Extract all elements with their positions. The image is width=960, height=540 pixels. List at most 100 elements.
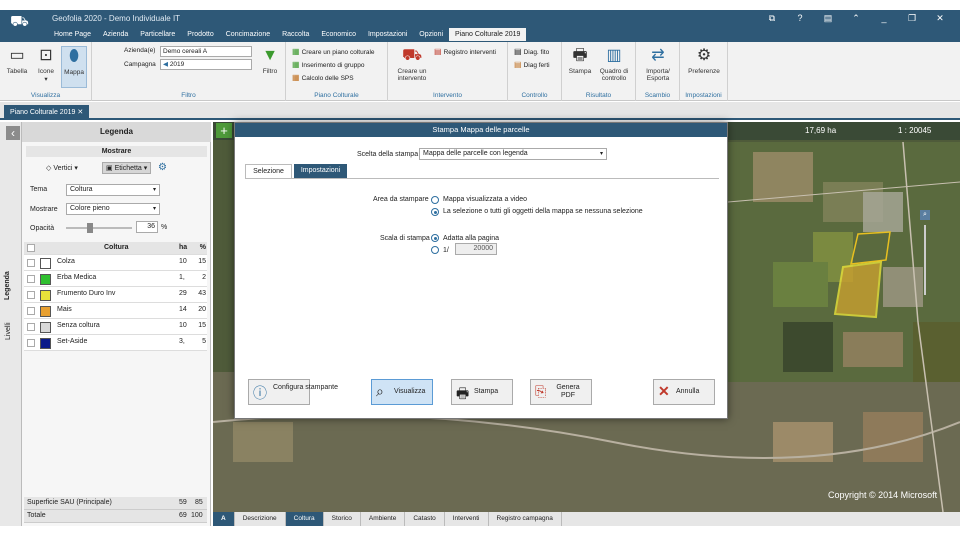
importa-esporta-button[interactable]: ⇄ Importa/ Esporta (640, 46, 676, 82)
tabella-button[interactable]: ▭ Tabella (4, 46, 30, 75)
add-parcel-icon[interactable]: + (216, 123, 232, 138)
minimize-icon[interactable]: _ (870, 13, 898, 24)
color-swatch[interactable] (40, 306, 51, 317)
crop-name: Erba Medica (57, 274, 97, 281)
col-pct[interactable]: % (196, 244, 206, 251)
color-swatch[interactable] (40, 258, 51, 269)
group-label-intervento: Intervento (433, 92, 462, 99)
tab-impostazioni-dialog[interactable]: Impostazioni (294, 164, 347, 178)
close-tab-icon[interactable]: ✕ (77, 109, 83, 116)
azienda-field[interactable]: Demo cereali A (160, 46, 252, 57)
restore-icon[interactable]: ❐ (898, 13, 926, 24)
opacita-slider-thumb[interactable] (86, 223, 93, 233)
calcolo-sps-button[interactable]: ▦ Calcolo delle SPS (292, 73, 354, 82)
menu-economico[interactable]: Economico (315, 28, 362, 41)
doc-tab-piano-colturale[interactable]: Piano Colturale 2019 ✕ (4, 105, 90, 120)
configura-stampante-button[interactable]: ⓘ Configura stampante (248, 379, 338, 405)
vertici-toggle[interactable]: ◇ Vertici ▾ (46, 164, 78, 172)
crop-pct: 2 (202, 274, 206, 281)
menu-azienda[interactable]: Azienda (97, 28, 134, 41)
opacita-slider[interactable] (66, 227, 132, 229)
diag-ferti-button[interactable]: ▤ Diag ferti (514, 60, 550, 69)
etichetta-toggle[interactable]: ▣ Etichetta ▾ (102, 162, 152, 174)
fullscreen-icon[interactable]: ⧉ (758, 13, 786, 24)
preferenze-button[interactable]: ⚙ Preferenze (684, 46, 724, 75)
color-swatch[interactable] (40, 290, 51, 301)
legend-footer: Superficie SAU (Principale) 59 85 Totale 69… (24, 497, 207, 523)
row-checkbox[interactable] (27, 307, 35, 315)
menu-prodotto[interactable]: Prodotto (181, 28, 219, 41)
menu-opzioni[interactable]: Opzioni (413, 28, 449, 41)
map-pin-icon: ⬮ (68, 48, 80, 65)
col-coltura[interactable]: Coltura (104, 244, 129, 251)
registro-interventi-button[interactable]: ▤ Registro interventi (434, 47, 496, 56)
table-row[interactable]: Frumento Duro Inv 29 43 (24, 287, 207, 303)
tab-coltura[interactable]: Coltura (285, 512, 324, 526)
select-all-checkbox[interactable] (27, 244, 35, 252)
notes-icon[interactable]: ▤ (814, 13, 842, 24)
inserimento-gruppo-button[interactable]: ▦ Inserimento di gruppo (292, 60, 364, 69)
menu-concimazione[interactable]: Concimazione (220, 28, 276, 41)
crea-piano-button[interactable]: ▦ Creare un piano colturale (292, 47, 375, 56)
quadro-controllo-button[interactable]: ▥ Quadro di controllo (596, 46, 632, 82)
collapse-panel-icon[interactable]: ‹ (6, 126, 20, 140)
radio-scala-custom[interactable] (431, 246, 439, 254)
menu-home-page[interactable]: Home Page (48, 28, 97, 41)
menu-impostazioni[interactable]: Impostazioni (362, 28, 413, 41)
color-swatch[interactable] (40, 274, 51, 285)
color-swatch[interactable] (40, 338, 51, 349)
collapse-ribbon-icon[interactable]: ⌃ (842, 13, 870, 24)
radio-adatta[interactable] (431, 234, 439, 242)
opacita-unit: % (161, 224, 168, 231)
tab-divider (245, 178, 719, 179)
tab-interventi[interactable]: Interventi (445, 512, 489, 526)
stampa-ribbon-button[interactable]: 🖶 Stampa (566, 46, 594, 75)
zoom-search-icon[interactable]: ⌕ (920, 210, 930, 220)
tab-ambiente[interactable]: Ambiente (361, 512, 406, 526)
visualizza-button[interactable]: ⌕ Visualizza (371, 379, 433, 405)
scala-input[interactable]: 20000 (455, 243, 497, 255)
icone-button[interactable]: ⊡ Icone ▾ (33, 46, 59, 83)
zoom-slider[interactable] (924, 225, 926, 295)
table-row[interactable]: Mais 14 20 (24, 303, 207, 319)
table-row[interactable]: Erba Medica 1, 2 (24, 271, 207, 287)
scelta-select[interactable]: Mappa delle parcelle con legenda ▾ (419, 148, 607, 160)
radio-selezione[interactable] (431, 208, 439, 216)
creare-intervento-button[interactable]: ⛟ Creare un intervento (392, 46, 432, 82)
opacita-input[interactable]: 36 (136, 221, 158, 233)
tab-registro-campagna[interactable]: Registro campagna (489, 512, 562, 526)
row-checkbox[interactable] (27, 323, 35, 331)
row-checkbox[interactable] (27, 275, 35, 283)
close-icon[interactable]: ✕ (926, 13, 954, 24)
table-row[interactable]: Senza coltura 10 15 (24, 319, 207, 335)
menu-particellare[interactable]: Particellare (134, 28, 181, 41)
annulla-button[interactable]: ✕ Annulla (653, 379, 715, 405)
row-checkbox[interactable] (27, 259, 35, 267)
tab-catasto[interactable]: Catasto (405, 512, 445, 526)
row-checkbox[interactable] (27, 339, 35, 347)
genera-pdf-button[interactable]: ⎘ Genera PDF (530, 379, 592, 405)
menu-raccolta[interactable]: Raccolta (276, 28, 315, 41)
color-swatch[interactable] (40, 322, 51, 333)
mappa-button[interactable]: ⬮ Mappa (61, 46, 87, 88)
campagna-field[interactable]: ◀ 2019 (160, 59, 252, 70)
stampa-button[interactable]: 🖶 Stampa (451, 379, 513, 405)
tab-selezione[interactable]: Selezione (245, 164, 292, 178)
diag-fito-button[interactable]: ▤ Diag. fito (514, 47, 549, 56)
collapse-bottom-icon[interactable]: A (213, 512, 235, 526)
filtro-button[interactable]: ▼ Filtro (258, 46, 282, 75)
legend-settings-icon[interactable]: ⚙ (158, 162, 167, 173)
row-checkbox[interactable] (27, 291, 35, 299)
vtab-livelli[interactable]: Livelli (5, 322, 12, 340)
table-row[interactable]: Colza 10 15 (24, 255, 207, 271)
mostrare-select[interactable]: Colore pieno ▾ (66, 203, 160, 215)
tab-storico[interactable]: Storico (324, 512, 361, 526)
menu-piano-colturale[interactable]: Piano Colturale 2019 (449, 28, 527, 41)
tab-descrizione[interactable]: Descrizione (235, 512, 286, 526)
tema-select[interactable]: Coltura ▾ (66, 184, 160, 196)
help-icon[interactable]: ? (786, 13, 814, 24)
vtab-legenda[interactable]: Legenda (4, 271, 11, 300)
table-row[interactable]: Set-Aside 3, 5 (24, 335, 207, 351)
radio-mappa-visualizzata[interactable] (431, 196, 439, 204)
col-ha[interactable]: ha (179, 244, 187, 251)
